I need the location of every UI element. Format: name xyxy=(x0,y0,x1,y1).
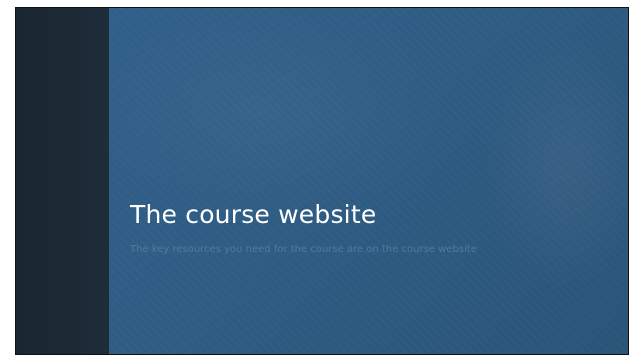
slide-background xyxy=(109,8,628,354)
page: The course website The key resources you… xyxy=(0,0,639,362)
slide-side-band xyxy=(16,8,109,354)
slide-title: The course website xyxy=(130,200,377,229)
slide-texture xyxy=(109,8,628,354)
slide-subtitle: The key resources you need for the cours… xyxy=(130,244,477,255)
slide xyxy=(15,7,629,355)
